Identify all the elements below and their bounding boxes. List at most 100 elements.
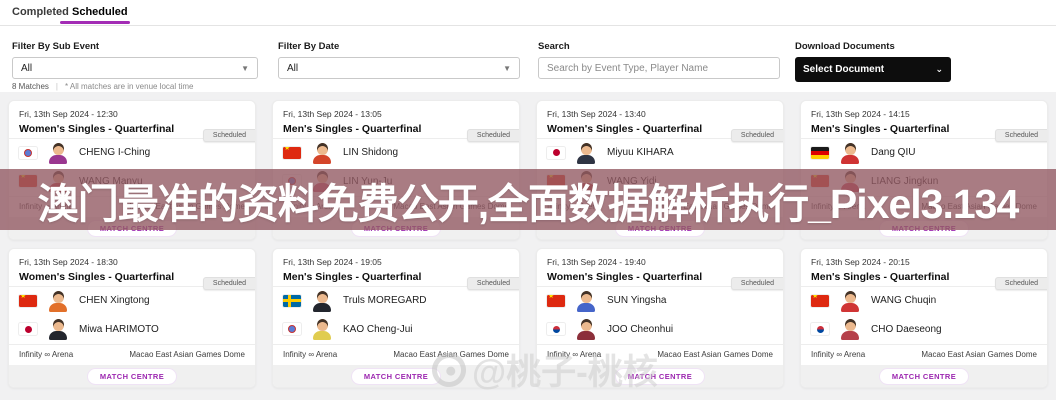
- date-value: All: [287, 62, 299, 74]
- player-row: LIN Yun-Ju: [283, 168, 509, 194]
- venue-row: Infinity ∞ Arena Macao East Asian Games …: [537, 195, 783, 218]
- match-centre-button[interactable]: MATCH CENTRE: [614, 219, 706, 237]
- download-documents: Download Documents Select Document ⌄: [795, 41, 951, 82]
- match-centre-button[interactable]: MATCH CENTRE: [86, 219, 178, 237]
- venue-arena: Infinity ∞ Arena: [811, 350, 866, 360]
- match-card: Fri, 13th Sep 2024 - 13:05 Men's Singles…: [272, 100, 520, 240]
- player-row: Dang QIU: [811, 140, 1037, 166]
- venue-row: Infinity ∞ Arena Macao East Asian Games …: [537, 343, 783, 366]
- player-row: SUN Yingsha: [547, 288, 773, 314]
- card-footer: MATCH CENTRE: [537, 217, 783, 239]
- venue-arena: Infinity ∞ Arena: [283, 202, 338, 212]
- country-flag-icon: [811, 294, 829, 307]
- filter-sub-event-label: Filter By Sub Event: [12, 41, 100, 52]
- venue-arena: Infinity ∞ Arena: [19, 350, 74, 360]
- match-centre-button[interactable]: MATCH CENTRE: [350, 219, 442, 237]
- player-name: KAO Cheng-Jui: [343, 323, 413, 335]
- player-row: WANG Chuqin: [811, 288, 1037, 314]
- status-badge: Scheduled: [994, 129, 1047, 142]
- player-name: Miwa HARIMOTO: [79, 323, 159, 335]
- match-datetime: Fri, 13th Sep 2024 - 20:15: [811, 257, 910, 267]
- match-card-header: Fri, 13th Sep 2024 - 13:40 Women's Singl…: [537, 101, 783, 142]
- venue-dome: Macao East Asian Games Dome: [657, 202, 773, 212]
- chevron-down-icon: ▼: [503, 63, 511, 73]
- player-row: CHO Daeseong: [811, 316, 1037, 342]
- player-name: WANG Chuqin: [871, 295, 937, 307]
- match-card-header: Fri, 13th Sep 2024 - 19:40 Women's Singl…: [537, 249, 783, 290]
- player-name: CHO Daeseong: [871, 323, 942, 335]
- country-flag-icon: [811, 323, 829, 336]
- player-name: CHENG I-Ching: [79, 147, 151, 159]
- download-documents-label: Download Documents: [795, 41, 895, 52]
- country-flag-icon: [547, 323, 565, 336]
- player-avatar: [311, 290, 333, 312]
- players-block: LIN Shidong LIN Yun-Ju: [273, 139, 519, 196]
- player-row: LIN Shidong: [283, 140, 509, 166]
- status-badge: Scheduled: [730, 277, 783, 290]
- player-avatar: [575, 170, 597, 193]
- venue-dome: Macao East Asian Games Dome: [921, 350, 1037, 360]
- match-grid: Fri, 13th Sep 2024 - 12:30 Women's Singl…: [0, 92, 1056, 396]
- country-flag-icon: [19, 175, 37, 188]
- tab-scheduled[interactable]: Scheduled: [72, 6, 128, 18]
- match-count: 8 Matches: [12, 82, 49, 91]
- search-input[interactable]: [538, 57, 780, 79]
- country-flag-icon: [547, 175, 565, 188]
- download-document-select[interactable]: Select Document ⌄: [795, 57, 951, 82]
- match-centre-button[interactable]: MATCH CENTRE: [86, 367, 178, 385]
- match-card: Fri, 13th Sep 2024 - 14:15 Men's Singles…: [800, 100, 1048, 240]
- player-name: LIN Yun-Ju: [343, 175, 393, 187]
- venue-arena: Infinity ∞ Arena: [547, 350, 602, 360]
- venue-row: Infinity ∞ Arena Macao East Asian Games …: [9, 195, 255, 218]
- match-card: Fri, 13th Sep 2024 - 19:40 Women's Singl…: [536, 248, 784, 388]
- match-card: Fri, 13th Sep 2024 - 13:40 Women's Singl…: [536, 100, 784, 240]
- chevron-down-icon: ▼: [241, 63, 249, 73]
- match-datetime: Fri, 13th Sep 2024 - 19:05: [283, 257, 382, 267]
- players-block: WANG Chuqin CHO Daeseong: [801, 287, 1047, 344]
- match-count-row: 8 Matches | * All matches are in venue l…: [12, 82, 194, 91]
- player-avatar: [575, 290, 597, 312]
- player-name: SUN Yingsha: [607, 295, 667, 307]
- player-row: JOO Cheonhui: [547, 316, 773, 342]
- country-flag-icon: [811, 175, 829, 188]
- card-footer: MATCH CENTRE: [537, 365, 783, 387]
- card-footer: MATCH CENTRE: [801, 217, 1047, 239]
- player-name: Miyuu KIHARA: [607, 147, 674, 159]
- player-avatar: [47, 142, 69, 164]
- player-avatar: [47, 290, 69, 312]
- venue-dome: Macao East Asian Games Dome: [129, 202, 245, 212]
- status-badge: Scheduled: [466, 277, 519, 290]
- player-name: LIN Shidong: [343, 147, 399, 159]
- player-row: Miwa HARIMOTO: [19, 316, 245, 342]
- tab-completed[interactable]: Completed: [12, 6, 69, 18]
- player-row: CHENG I-Ching: [19, 140, 245, 166]
- player-name: WANG Yidi: [607, 175, 657, 187]
- venue-row: Infinity ∞ Arena Macao East Asian Games …: [273, 343, 519, 366]
- match-centre-button[interactable]: MATCH CENTRE: [614, 367, 706, 385]
- player-row: CHEN Xingtong: [19, 288, 245, 314]
- venue-arena: Infinity ∞ Arena: [283, 350, 338, 360]
- country-flag-icon: [547, 146, 565, 159]
- status-badge: Scheduled: [994, 277, 1047, 290]
- match-centre-button[interactable]: MATCH CENTRE: [878, 219, 970, 237]
- players-block: Miyuu KIHARA WANG Yidi: [537, 139, 783, 196]
- player-avatar: [575, 318, 597, 341]
- status-badge: Scheduled: [202, 129, 255, 142]
- player-avatar: [311, 170, 333, 193]
- players-block: CHEN Xingtong Miwa HARIMOTO: [9, 287, 255, 344]
- match-card: Fri, 13th Sep 2024 - 18:30 Women's Singl…: [8, 248, 256, 388]
- download-document-value: Select Document: [803, 64, 885, 75]
- card-footer: MATCH CENTRE: [9, 365, 255, 387]
- match-card-header: Fri, 13th Sep 2024 - 20:15 Men's Singles…: [801, 249, 1047, 290]
- match-centre-button[interactable]: MATCH CENTRE: [350, 367, 442, 385]
- venue-row: Infinity ∞ Arena Macao East Asian Games …: [801, 343, 1047, 366]
- venue-dome: Macao East Asian Games Dome: [657, 350, 773, 360]
- sub-event-select[interactable]: All ▼: [12, 57, 258, 79]
- matches-section: Fri, 13th Sep 2024 - 12:30 Women's Singl…: [0, 92, 1056, 400]
- player-name: WANG Manyu: [79, 175, 143, 187]
- date-select[interactable]: All ▼: [278, 57, 520, 79]
- match-centre-button[interactable]: MATCH CENTRE: [878, 367, 970, 385]
- filter-date: Filter By Date All ▼: [278, 41, 520, 79]
- player-row: LIANG Jingkun: [811, 168, 1037, 194]
- match-card-header: Fri, 13th Sep 2024 - 13:05 Men's Singles…: [273, 101, 519, 142]
